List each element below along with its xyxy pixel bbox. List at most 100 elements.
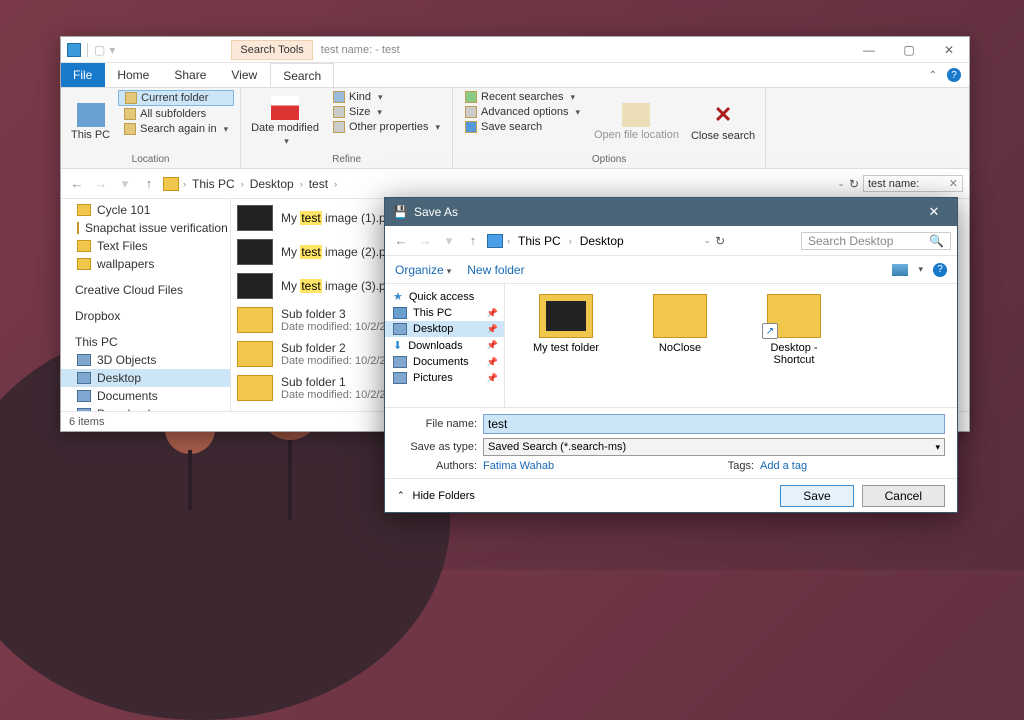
tab-view[interactable]: View (219, 63, 270, 87)
nav-folder[interactable]: Snapchat issue verification (61, 219, 230, 237)
nav-this-pc[interactable]: This PC📌 (385, 305, 504, 321)
folder-icon (77, 204, 91, 216)
contextual-tab-label: Search Tools (231, 40, 312, 60)
save-button[interactable]: Save (780, 485, 853, 507)
refresh-button[interactable]: ↻ (849, 177, 859, 191)
dialog-titlebar: 💾 Save As ✕ (385, 198, 957, 226)
dialog-fields: File name: Save as type: Saved Search (*… (385, 407, 957, 478)
star-icon: ★ (393, 290, 403, 303)
nav-documents[interactable]: Documents📌 (385, 354, 504, 370)
folder-item[interactable]: Desktop - Shortcut (749, 294, 839, 366)
maximize-button[interactable]: ▢ (889, 37, 929, 63)
address-bar: ← → ▾ ↑ ›This PC ›Desktop ›test › ⌄ ↻ te… (61, 169, 969, 199)
folder-icon (539, 294, 593, 338)
save-type-select[interactable]: Saved Search (*.search-ms)▾ (483, 438, 945, 456)
nav-quick-access[interactable]: ★Quick access (385, 288, 504, 305)
cancel-button[interactable]: Cancel (862, 485, 945, 507)
authors-value[interactable]: Fatima Wahab (483, 460, 668, 472)
properties-icon (333, 121, 345, 133)
nav-documents[interactable]: Documents (61, 387, 230, 405)
close-button[interactable]: ✕ (929, 37, 969, 63)
tags-value[interactable]: Add a tag (760, 460, 945, 472)
nav-pictures[interactable]: Pictures📌 (385, 370, 504, 386)
documents-icon (77, 390, 91, 402)
nav-folder[interactable]: Text Files (61, 237, 230, 255)
back-button[interactable]: ← (67, 176, 87, 191)
save-search-option[interactable]: Save search (459, 120, 586, 134)
close-x-icon: ✕ (714, 102, 732, 128)
nav-folder[interactable]: wallpapers (61, 255, 230, 273)
qat-item[interactable]: ▢ (94, 43, 105, 57)
new-folder-button[interactable]: New folder (467, 263, 524, 277)
ribbon-tabs: File Home Share View Search ⌃ ? (61, 63, 969, 87)
other-properties-option[interactable]: Other properties (327, 120, 446, 134)
back-button[interactable]: ← (391, 233, 411, 248)
ribbon-group-location: This PC Current folder All subfolders Se… (61, 88, 241, 168)
nav-desktop[interactable]: Desktop📌 (385, 321, 504, 337)
desktop-icon (393, 323, 407, 335)
advanced-options[interactable]: Advanced options (459, 105, 586, 119)
kind-option[interactable]: Kind (327, 90, 446, 104)
search-box[interactable]: test name: ✕ (863, 175, 963, 192)
nav-downloads[interactable]: ⬇Downloads📌 (385, 337, 504, 354)
kind-icon (333, 91, 345, 103)
search-input[interactable]: Search Desktop 🔍 (801, 232, 951, 250)
tab-file[interactable]: File (61, 63, 105, 87)
view-options-button[interactable] (892, 264, 908, 276)
up-button[interactable]: ↑ (463, 233, 483, 248)
folder-icon (124, 108, 136, 120)
history-dropdown[interactable]: ⌄ (704, 235, 712, 246)
qat-item[interactable]: ▾ (109, 43, 115, 57)
up-button[interactable]: ↑ (139, 176, 159, 191)
titlebar: ▢ ▾ Search Tools test name: - test — ▢ ✕ (61, 37, 969, 63)
hide-folders-button[interactable]: Hide Folders (413, 490, 475, 502)
nav-pane: Cycle 101 Snapchat issue verification Te… (61, 199, 231, 411)
folder-item[interactable]: NoClose (635, 294, 725, 354)
tab-search[interactable]: Search (270, 63, 334, 87)
history-dropdown[interactable]: ⌄ (837, 178, 845, 189)
refresh-button[interactable]: ↻ (715, 234, 725, 248)
search-again-option[interactable]: Search again in (118, 122, 234, 136)
breadcrumb[interactable]: ›This PC ›Desktop ›test › (183, 175, 833, 193)
minimize-button[interactable]: — (849, 37, 889, 63)
close-dialog-button[interactable]: ✕ (919, 204, 949, 220)
save-type-label: Save as type: (397, 441, 477, 453)
folder-icon (653, 294, 707, 338)
dialog-address-bar: ← → ▾ ↑ ›This PC ›Desktop ⌄ ↻ Search Des… (385, 226, 957, 256)
folder-icon (125, 92, 137, 104)
recent-searches-option[interactable]: Recent searches (459, 90, 586, 104)
close-search-button[interactable]: ✕ Close search (687, 90, 759, 153)
current-folder-option[interactable]: Current folder (118, 90, 234, 106)
nav-3d-objects[interactable]: 3D Objects (61, 351, 230, 369)
recent-icon (465, 91, 477, 103)
pin-icon: 📌 (487, 308, 498, 319)
collapse-ribbon-icon[interactable]: ⌃ (929, 70, 937, 81)
tab-share[interactable]: Share (162, 63, 219, 87)
tab-home[interactable]: Home (105, 63, 162, 87)
all-subfolders-option[interactable]: All subfolders (118, 107, 234, 121)
nav-creative-cloud[interactable]: Creative Cloud Files (61, 281, 230, 299)
forward-button: → (415, 233, 435, 248)
nav-folder[interactable]: Cycle 101 (61, 201, 230, 219)
help-icon[interactable]: ? (933, 263, 947, 277)
size-option[interactable]: Size (327, 105, 446, 119)
recent-locations-button[interactable]: ▾ (115, 176, 135, 192)
date-modified-button[interactable]: Date modified (247, 90, 323, 153)
desktop-icon (77, 372, 91, 384)
drive-icon (77, 354, 91, 366)
organize-button[interactable]: Organize (395, 263, 451, 277)
authors-label: Authors: (397, 460, 477, 472)
nav-desktop[interactable]: Desktop (61, 369, 230, 387)
thumbnail (237, 239, 273, 265)
nav-this-pc[interactable]: This PC (61, 333, 230, 351)
help-icon[interactable]: ? (947, 68, 961, 82)
clear-search-icon[interactable]: ✕ (949, 177, 958, 190)
filename-input[interactable] (483, 414, 945, 434)
folder-icon (77, 240, 91, 252)
this-pc-button[interactable]: This PC (67, 90, 114, 153)
folder-icon (77, 222, 79, 234)
ribbon: This PC Current folder All subfolders Se… (61, 87, 969, 169)
folder-item[interactable]: My test folder (521, 294, 611, 354)
nav-dropbox[interactable]: Dropbox (61, 307, 230, 325)
recent-button[interactable]: ▾ (439, 233, 459, 249)
